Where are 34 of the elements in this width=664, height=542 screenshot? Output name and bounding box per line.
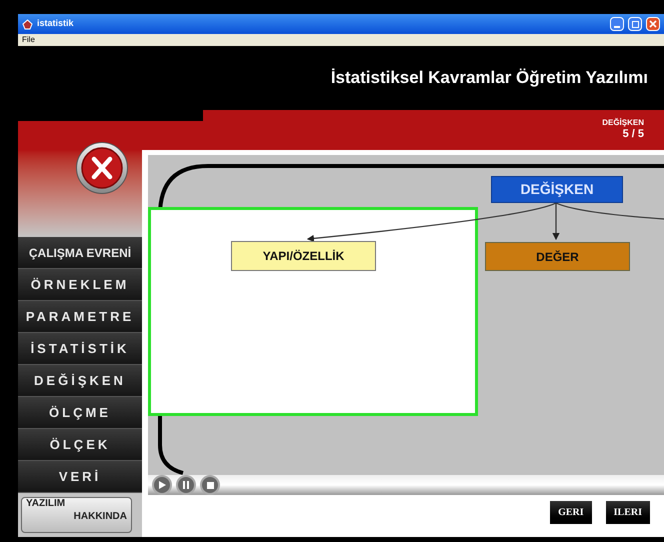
app-title: İstatistiksel Kavramlar Öğretim Yazılımı xyxy=(330,67,648,90)
maximize-icon xyxy=(632,20,638,28)
window-title: istatistik xyxy=(37,17,74,30)
maximize-button[interactable] xyxy=(628,17,642,31)
exit-button[interactable] xyxy=(76,142,128,194)
about-button[interactable]: YAZILIM HAKKINDA xyxy=(21,497,132,533)
stop-icon xyxy=(206,482,214,488)
menu-item[interactable]: File xyxy=(22,34,35,46)
nav-menu-item[interactable]: DEĞİŞKEN xyxy=(18,365,142,397)
close-icon xyxy=(81,147,123,189)
stop-button[interactable] xyxy=(200,475,220,495)
section-label: DEĞİŞKEN xyxy=(602,118,644,128)
nav-menu-item[interactable]: ÖLÇME xyxy=(18,397,142,429)
play-icon xyxy=(158,481,166,489)
minimize-button[interactable] xyxy=(610,17,624,31)
back-button[interactable]: GERI xyxy=(550,501,592,524)
minimize-icon xyxy=(614,26,620,28)
app-icon xyxy=(22,18,33,30)
nav-menu-item[interactable]: PARAMETRE xyxy=(18,301,142,333)
nav-menu-item[interactable]: ÇALIŞMA EVRENİ xyxy=(18,237,142,269)
close-icon xyxy=(649,20,657,28)
pause-icon xyxy=(182,481,190,489)
play-button[interactable] xyxy=(152,475,172,495)
pause-button[interactable] xyxy=(176,475,196,495)
diagram-node: YAPI/ÖZELLİK xyxy=(231,241,376,271)
next-button[interactable]: ILERI xyxy=(606,501,650,524)
nav-menu-item[interactable]: ÖRNEKLEM xyxy=(18,269,142,301)
page-counter: 5 / 5 xyxy=(622,128,644,142)
nav-menu-item[interactable]: İSTATİSTİK xyxy=(18,333,142,365)
diagram-node: DEĞER xyxy=(485,242,630,271)
nav-menu-item[interactable]: ÖLÇEK xyxy=(18,429,142,461)
diagram-node: DEĞİŞKEN xyxy=(491,176,623,203)
nav-menu-item[interactable]: VERİ xyxy=(18,461,142,493)
close-button[interactable] xyxy=(646,17,660,31)
